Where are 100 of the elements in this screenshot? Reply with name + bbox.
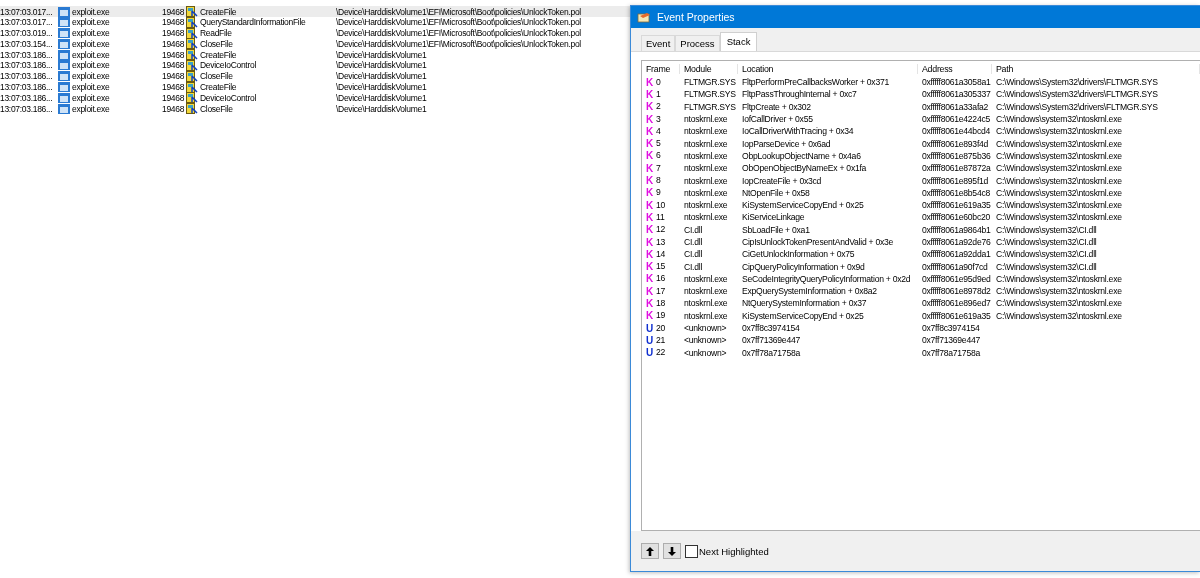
log-row[interactable]: 13:07:03.186... exploit.exe 19468 DeviceIoControl \Device\HarddiskVolume1 [0,92,630,104]
address-cell-text: 0xfffff8061a92de76 [921,237,992,247]
path-cell-text: C:\Windows\System32\drivers\FLTMGR.SYS [995,77,1159,88]
column-header[interactable]: Location [738,63,918,74]
log-row[interactable]: 13:07:03.017... exploit.exe 19468 CreateFile \Device\HarddiskVolume1\EFI\Microsoft\Boot\policies\UnlockToken.pol [0,6,630,17]
log-row[interactable]: 13:07:03.186... exploit.exe 19468 CloseFile \Device\HarddiskVolume1 [0,103,630,114]
path-cell-text: \Device\HarddiskVolume1 [336,49,428,60]
address-cell-text: 0xfffff8061e87872a [921,163,992,174]
window-icon [58,17,70,28]
log-row[interactable]: 13:07:03.186... exploit.exe 19468 CreateFile \Device\HarddiskVolume1 [0,81,630,93]
location-cell-text: IopCreateFile + 0x3cd [741,175,823,186]
app-icon [637,11,651,23]
process-cell: exploit.exe [72,60,110,71]
location-cell-text: CiGetUnlockInformation + 0x75 [741,249,856,260]
module-cell-text: ntoskrnl.exe [683,273,729,284]
path-cell-text: \Device\HarddiskVolume1\EFI\Microsoft\Boot\policies\UnlockToken.pol [336,17,582,28]
pid-cell: 19468 [162,82,186,93]
log-row[interactable]: 13:07:03.019... exploit.exe 19468 ReadFile \Device\HarddiskVolume1\EFI\Microsoft\Boot\policies\UnlockToken.pol [0,27,630,39]
operation-cell: CloseFile [200,38,233,49]
location-cell-text: IopParseDevice + 0x6ad [741,138,832,149]
log-row[interactable]: 13:07:03.186... exploit.exe 19468 CreateFile \Device\HarddiskVolume1 [0,49,630,60]
process-cell: exploit.exe [72,71,110,82]
file-system-icon [186,49,198,61]
checkbox[interactable] [685,544,698,558]
address-cell-text: 0xfffff8061e619a35 [921,310,992,321]
up-button[interactable] [641,543,659,559]
log-row[interactable]: 13:07:03.186... exploit.exe 19468 DeviceIoControl \Device\HarddiskVolume1 [0,60,630,71]
file-system-icon [186,16,198,28]
column-header[interactable]: Path [992,63,1200,74]
mode-cell: K [646,175,653,186]
frame-cell: 19 [656,310,666,322]
location-cell-text: CipQueryPolicyInformation + 0x9d [741,261,866,272]
path-cell-text: C:\Windows\system32\CI.dll [995,249,1098,260]
log-row[interactable]: 13:07:03.186... exploit.exe 19468 CloseFile \Device\HarddiskVolume1 [0,70,630,82]
file-system-icon [186,38,198,50]
address-cell-text: 0xfffff8061e95d9ed [921,273,992,284]
module-cell-text: CI.dll [683,249,704,260]
path-cell-text: \Device\HarddiskVolume1 [336,60,428,71]
location-cell-text: ObOpenObjectByNameEx + 0x1fa [741,163,868,174]
module-cell-text: ntoskrnl.exe [683,310,729,321]
process-cell: exploit.exe [72,92,110,103]
log-row[interactable]: 13:07:03.154... exploit.exe 19468 CloseFile \Device\HarddiskVolume1\EFI\Microsoft\Boot\policies\UnlockToken.pol [0,38,630,50]
frame-cell: 5 [656,138,661,150]
path-cell-text: C:\Windows\system32\ntoskrnl.exe [995,310,1123,321]
address-cell-text: 0xfffff8061a90f7cd [921,261,989,272]
location-cell-text: 0x7ff78a71758a [741,347,801,358]
module-cell-text: FLTMGR.SYS [683,77,737,88]
down-button[interactable] [663,543,681,559]
tab[interactable]: Stack [719,32,758,51]
path-cell-text: C:\Windows\system32\CI.dll [995,261,1098,272]
mode-cell: K [646,236,653,248]
path-cell-text: \Device\HarddiskVolume1 [336,71,428,82]
mode-cell: K [646,162,653,174]
operation-cell: DeviceIoControl [200,60,256,71]
frame-cell: 8 [656,175,661,186]
column-header[interactable]: Address [918,63,992,74]
file-system-icon [186,60,198,71]
frame-cell: 15 [656,261,666,273]
tab[interactable]: Event [641,35,676,51]
time-cell-text: 13:07:03.186... [0,49,54,60]
path-cell-text: C:\Windows\system32\ntoskrnl.exe [995,126,1123,137]
module-cell-text: FLTMGR.SYS [683,89,737,100]
module-cell-text: ntoskrnl.exe [683,150,729,161]
tab[interactable]: Process [675,35,720,51]
column-header[interactable]: Module [680,63,738,74]
file-system-icon [186,6,198,17]
frame-cell: 14 [656,248,666,260]
address-cell-text: 0xfffff8061a305337 [921,89,992,100]
window-icon [58,49,70,60]
location-cell-text: KiServiceLinkage [741,212,806,223]
column-header[interactable]: Frame [642,63,680,74]
time-cell-text: 13:07:03.186... [0,82,54,93]
address-cell-text: 0xfffff8061e895f1d [921,175,990,186]
module-cell-text: <unknown> [683,323,728,334]
module-cell-text: <unknown> [683,347,728,358]
path-cell-text: C:\Windows\system32\CI.dll [995,224,1098,235]
file-system-icon [186,70,198,82]
frame-cell: 6 [656,150,661,162]
frame-cell: 18 [656,298,666,309]
mode-cell: K [646,298,653,309]
address-cell-text: 0xfffff8061e44bcd4 [921,126,991,137]
frame-cell: 11 [656,211,665,223]
frame-cell: 3 [656,113,661,125]
arrow-up-icon [646,546,654,556]
path-cell-text: \Device\HarddiskVolume1\EFI\Microsoft\Boot\policies\UnlockToken.pol [336,38,582,49]
module-cell-text: CI.dll [683,237,704,247]
log-row[interactable]: 13:07:03.017... exploit.exe 19468 QueryStandardInformationFile \Device\HarddiskVolume1\EFI\Microsoft\Boot\policies\UnlockToken.pol [0,16,630,28]
mode-cell: K [646,187,653,199]
location-cell-text: KiSystemServiceCopyEnd + 0x25 [741,200,865,211]
module-cell-text: ntoskrnl.exe [683,126,729,137]
path-cell-text: C:\Windows\system32\ntoskrnl.exe [995,114,1123,125]
location-cell-text: SbLoadFile + 0xa1 [741,224,811,235]
operation-cell: DeviceIoControl [200,92,256,103]
mode-cell: K [646,310,653,322]
module-cell-text: CI.dll [683,261,704,272]
frame-cell: 17 [656,285,666,297]
frame-cell: 16 [656,273,666,285]
path-cell-text: \Device\HarddiskVolume1\EFI\Microsoft\Boot\policies\UnlockToken.pol [336,28,582,39]
location-cell-text: 0x7ff71369e447 [741,335,801,346]
module-cell-text: ntoskrnl.exe [683,163,729,174]
